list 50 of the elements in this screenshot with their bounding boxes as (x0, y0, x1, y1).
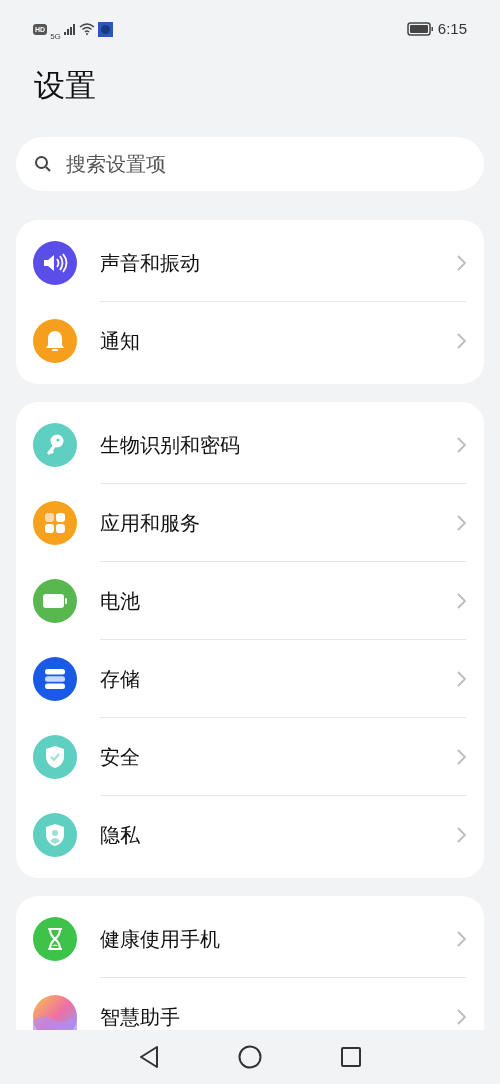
settings-label: 生物识别和密码 (100, 432, 240, 458)
settings-row[interactable]: 通知 (16, 302, 484, 380)
settings-row[interactable]: 生物识别和密码 (16, 406, 484, 484)
recents-icon[interactable] (340, 1047, 361, 1067)
apps-icon (44, 512, 66, 534)
settings-row[interactable]: 声音和振动 (16, 224, 484, 302)
storage-icon (44, 668, 66, 690)
settings-label: 隐私 (100, 823, 140, 848)
search-icon (34, 155, 52, 173)
page-title: 设置 (33, 67, 97, 105)
settings-label: 智慧助手 (100, 1005, 180, 1030)
clock-time: 6:15 (437, 18, 467, 39)
chevron-right-icon (457, 436, 466, 453)
settings-label: 应用和服务 (100, 510, 200, 536)
shield-person-icon (44, 823, 66, 847)
app-notification-icon (97, 21, 113, 37)
chevron-right-icon (457, 333, 466, 349)
settings-label: 安全 (100, 744, 140, 770)
battery-status-icon (406, 22, 434, 36)
network-label: 5G (50, 33, 61, 41)
wifi-icon (78, 23, 95, 35)
shield-icon (44, 745, 66, 769)
chevron-right-icon (457, 514, 466, 531)
chevron-right-icon (457, 930, 466, 947)
settings-row[interactable]: 健康使用手机 (16, 900, 484, 978)
settings-row[interactable]: 存储 (16, 640, 484, 718)
settings-row[interactable]: 电池 (16, 562, 484, 640)
hourglass-icon (46, 927, 64, 951)
settings-row[interactable]: 隐私 (16, 796, 484, 874)
signal-icon (63, 23, 76, 35)
back-icon[interactable] (139, 1046, 160, 1068)
speaker-icon (42, 252, 68, 274)
chevron-right-icon (457, 254, 466, 271)
settings-label: 通知 (100, 329, 140, 354)
settings-label: 电池 (100, 588, 140, 614)
home-icon[interactable] (238, 1045, 262, 1069)
settings-label: 健康使用手机 (100, 926, 220, 952)
search-field[interactable]: 搜索设置项 (16, 137, 484, 191)
battery-icon (42, 593, 68, 609)
chevron-right-icon (457, 827, 466, 843)
chevron-right-icon (457, 1009, 466, 1025)
chevron-right-icon (457, 748, 466, 765)
settings-label: 存储 (100, 666, 140, 692)
settings-row[interactable]: 安全 (16, 718, 484, 796)
settings-row[interactable]: 应用和服务 (16, 484, 484, 562)
chevron-right-icon (457, 592, 466, 609)
settings-label: 声音和振动 (100, 250, 200, 276)
key-icon (44, 433, 66, 457)
chevron-right-icon (457, 670, 466, 687)
bell-icon (44, 329, 66, 353)
